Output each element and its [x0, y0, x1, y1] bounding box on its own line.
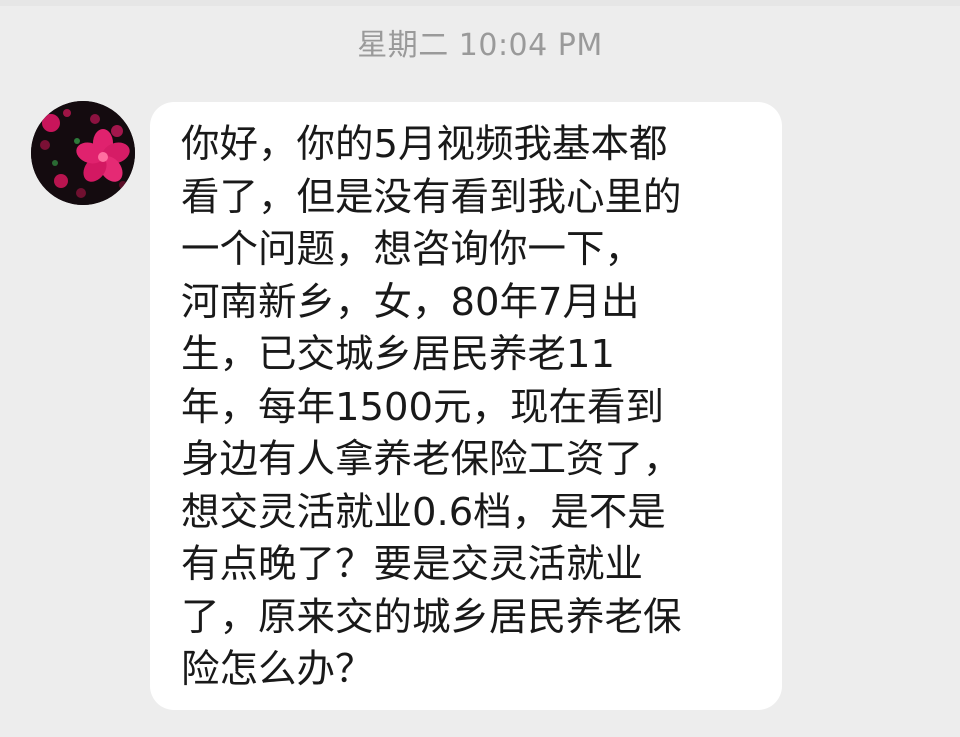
message-text: 你好，你的5月视频我基本都 看了，但是没有看到我心里的 一个问题，想咨询你一下，… [181, 122, 682, 692]
chat-timestamp: 星期二 10:04 PM [357, 28, 603, 63]
flower-avatar-icon [31, 101, 135, 205]
top-edge-divider [0, 0, 960, 6]
contact-avatar[interactable] [31, 101, 135, 205]
message-bubble[interactable]: 你好，你的5月视频我基本都 看了，但是没有看到我心里的 一个问题，想咨询你一下，… [150, 102, 782, 710]
